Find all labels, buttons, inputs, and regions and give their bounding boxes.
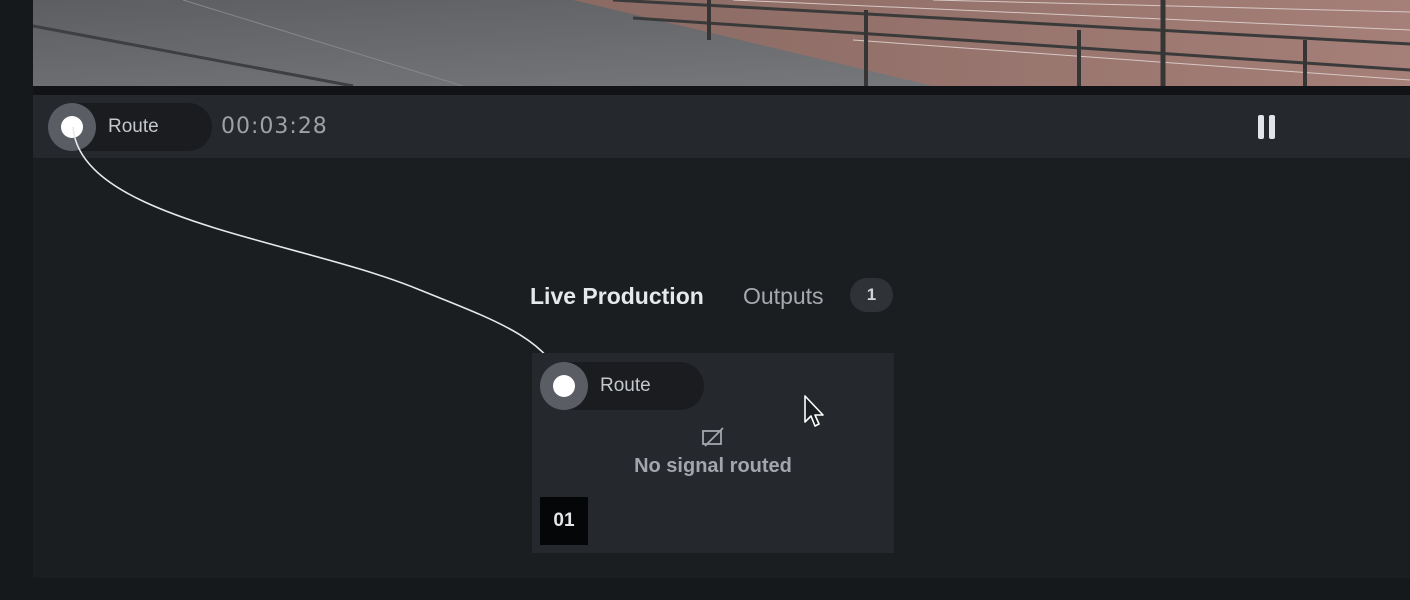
pause-icon: [1258, 115, 1264, 139]
player-bar: Route 00:03:28: [33, 95, 1410, 158]
pause-icon-bar: [1269, 115, 1275, 139]
timecode: 00:03:28: [221, 114, 328, 139]
tab-live-production[interactable]: Live Production: [530, 278, 704, 314]
route-label: Route: [600, 375, 651, 396]
player-route-button[interactable]: Route: [48, 103, 212, 151]
route-connector-dot: [61, 116, 83, 138]
left-strip: [0, 0, 33, 600]
no-signal-text: No signal routed: [634, 455, 792, 477]
outputs-count-badge: 1: [850, 278, 893, 312]
video-preview: [33, 0, 1410, 86]
route-connector-dot: [553, 375, 575, 397]
output-card[interactable]: Route No signal routed 01: [532, 353, 894, 553]
preview-divider: [33, 86, 1410, 95]
output-route-button[interactable]: Route: [540, 362, 704, 410]
route-label: Route: [108, 116, 159, 137]
route-connector-knob[interactable]: [48, 103, 96, 151]
tab-outputs[interactable]: Outputs: [743, 278, 824, 314]
preview-image: [33, 0, 1410, 86]
bottom-shade: [0, 578, 1410, 600]
output-index-badge: 01: [540, 497, 588, 545]
no-signal-icon: [702, 427, 724, 447]
route-connector-knob[interactable]: [540, 362, 588, 410]
pause-button[interactable]: [1255, 113, 1279, 141]
